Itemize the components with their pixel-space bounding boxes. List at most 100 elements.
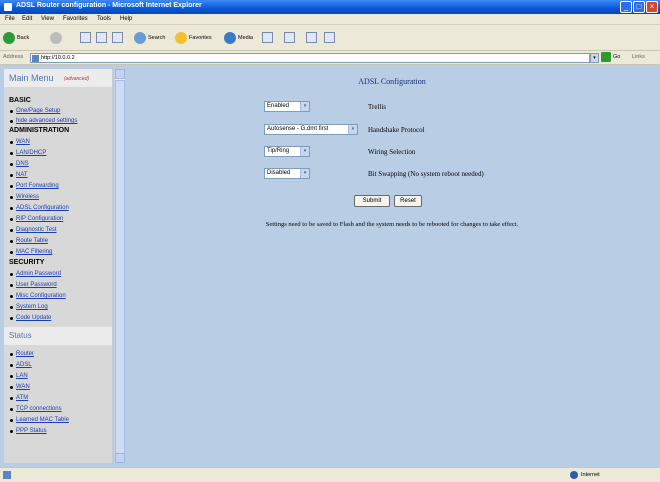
maximize-button[interactable]: □ xyxy=(633,1,645,13)
close-button[interactable]: × xyxy=(646,1,658,13)
sidebar-item-route-table[interactable]: Route Table xyxy=(10,238,48,244)
window-title-bar: ADSL Router configuration - Microsoft In… xyxy=(0,0,660,14)
browser-toolbar: Back Search Favorites Media xyxy=(0,25,660,51)
main-menu-header: Main Menu (advanced) xyxy=(4,69,112,87)
sidebar-item-router[interactable]: Router xyxy=(10,351,34,357)
submit-button[interactable]: Submit xyxy=(354,195,390,207)
sidebar-item-hide-advanced[interactable]: hide advanced settings xyxy=(10,118,77,124)
home-icon[interactable] xyxy=(112,32,123,43)
main-menu-title: Main Menu xyxy=(9,73,54,83)
main-panel: ADSL Configuration Enabled ▾ Trellis Aut… xyxy=(128,69,656,463)
chevron-down-icon: ▾ xyxy=(300,169,309,178)
menu-view[interactable]: View xyxy=(41,16,54,22)
chevron-down-icon: ▾ xyxy=(300,147,309,156)
main-menu-tag: (advanced) xyxy=(64,76,90,82)
back-button[interactable]: Back xyxy=(3,30,29,46)
scroll-down-icon[interactable] xyxy=(115,453,125,463)
menu-edit[interactable]: Edit xyxy=(22,16,32,22)
go-button[interactable]: Go xyxy=(601,52,620,62)
address-dropdown-icon[interactable]: ▾ xyxy=(590,53,599,63)
refresh-icon[interactable] xyxy=(96,32,107,43)
forward-button[interactable] xyxy=(50,30,64,46)
sidebar-item-diagnostic-test[interactable]: Diagnostic Test xyxy=(10,227,57,233)
window-title: ADSL Router configuration - Microsoft In… xyxy=(16,2,202,9)
media-icon xyxy=(224,32,236,44)
page-icon xyxy=(32,55,39,62)
stop-icon[interactable] xyxy=(80,32,91,43)
sidebar-item-onepage-setup[interactable]: One/Page Setup xyxy=(10,108,60,114)
sidebar-item-adsl-configuration[interactable]: ADSL Configuration xyxy=(10,205,69,211)
sidebar-item-wan[interactable]: WAN xyxy=(10,139,30,145)
back-arrow-icon xyxy=(3,32,15,44)
sidebar: Main Menu (advanced) BASIC One/Page Setu… xyxy=(4,69,112,463)
address-input[interactable]: http://10.0.0.2 xyxy=(30,53,590,63)
minimize-button[interactable]: _ xyxy=(620,1,632,13)
menu-file[interactable]: File xyxy=(5,16,15,22)
sidebar-item-dns[interactable]: DNS xyxy=(10,161,29,167)
page-title: ADSL Configuration xyxy=(358,77,426,86)
section-security: SECURITY xyxy=(9,259,45,266)
star-icon xyxy=(175,32,187,44)
scroll-thumb[interactable] xyxy=(115,80,125,460)
history-icon[interactable] xyxy=(262,32,273,43)
handshake-protocol-select[interactable]: Autosense - G.dmt first ▾ xyxy=(264,124,358,135)
menu-tools[interactable]: Tools xyxy=(97,16,111,22)
sidebar-item-system-log[interactable]: System Log xyxy=(10,304,48,310)
ie-icon xyxy=(4,3,12,11)
globe-icon xyxy=(570,471,578,479)
reboot-note: Settings need to be saved to Flash and t… xyxy=(265,221,519,228)
sidebar-item-misc-configuration[interactable]: Misc Configuration xyxy=(10,293,66,299)
sidebar-item-lan[interactable]: LAN xyxy=(10,373,28,379)
sidebar-item-rip-configuration[interactable]: RIP Configuration xyxy=(10,216,63,222)
search-icon xyxy=(134,32,146,44)
sidebar-item-wan-status[interactable]: WAN xyxy=(10,384,30,390)
forward-arrow-icon xyxy=(50,32,62,44)
wiring-selection-label: Wiring Selection xyxy=(368,148,416,156)
sidebar-item-port-forwarding[interactable]: Port Forwarding xyxy=(10,183,59,189)
security-zone: Internet xyxy=(570,471,600,479)
sidebar-item-atm[interactable]: ATM xyxy=(10,395,28,401)
page-done-icon xyxy=(3,471,11,479)
scroll-up-icon[interactable] xyxy=(115,69,125,79)
favorites-button[interactable]: Favorites xyxy=(175,30,212,46)
trellis-select[interactable]: Enabled ▾ xyxy=(264,101,310,112)
handshake-protocol-label: Handshake Protocol xyxy=(368,126,425,134)
sidebar-scrollbar[interactable] xyxy=(114,69,125,463)
sidebar-item-tcp-connections[interactable]: TCP connections xyxy=(10,406,62,412)
address-label: Address xyxy=(3,54,24,60)
section-administration: ADMINISTRATION xyxy=(9,127,70,134)
links-button[interactable]: Links xyxy=(632,54,645,60)
wiring-selection-select[interactable]: Tip/Ring ▾ xyxy=(264,146,310,157)
menu-help[interactable]: Help xyxy=(120,16,132,22)
status-title: Status xyxy=(9,331,32,340)
sidebar-item-nat[interactable]: NAT xyxy=(10,172,28,178)
sidebar-item-mac-filtering[interactable]: MAC Filtering xyxy=(10,249,52,255)
sidebar-item-user-password[interactable]: User Password xyxy=(10,282,57,288)
search-button[interactable]: Search xyxy=(134,30,165,46)
sidebar-item-lan-dhcp[interactable]: LAN/DHCP xyxy=(10,150,46,156)
status-header: Status xyxy=(4,327,112,345)
sidebar-item-ppp-status[interactable]: PPP Status xyxy=(10,428,47,434)
sidebar-item-learned-mac-table[interactable]: Learned MAC Table xyxy=(10,417,69,423)
sidebar-item-wireless[interactable]: Wireless xyxy=(10,194,39,200)
chevron-down-icon: ▾ xyxy=(348,125,357,134)
menu-favorites[interactable]: Favorites xyxy=(63,16,88,22)
go-arrow-icon xyxy=(601,52,611,62)
mail-icon[interactable] xyxy=(284,32,295,43)
sidebar-item-adsl[interactable]: ADSL xyxy=(10,362,32,368)
menu-bar: File Edit View Favorites Tools Help xyxy=(0,14,660,25)
reset-button[interactable]: Reset xyxy=(394,195,422,207)
media-button[interactable]: Media xyxy=(224,30,253,46)
section-basic: BASIC xyxy=(9,97,31,104)
bit-swapping-label: Bit Swapping (No system reboot needed) xyxy=(368,170,484,178)
sidebar-item-admin-password[interactable]: Admin Password xyxy=(10,271,61,277)
chevron-down-icon: ▾ xyxy=(300,102,309,111)
address-bar: Address http://10.0.0.2 ▾ Go Links xyxy=(0,51,660,65)
sidebar-item-code-update[interactable]: Code Update xyxy=(10,315,51,321)
print-icon[interactable] xyxy=(306,32,317,43)
browser-content: Main Menu (advanced) BASIC One/Page Setu… xyxy=(0,65,660,467)
bit-swapping-select[interactable]: Disabled ▾ xyxy=(264,168,310,179)
status-bar: Internet xyxy=(0,467,660,482)
trellis-label: Trellis xyxy=(368,103,387,111)
edit-icon[interactable] xyxy=(324,32,335,43)
